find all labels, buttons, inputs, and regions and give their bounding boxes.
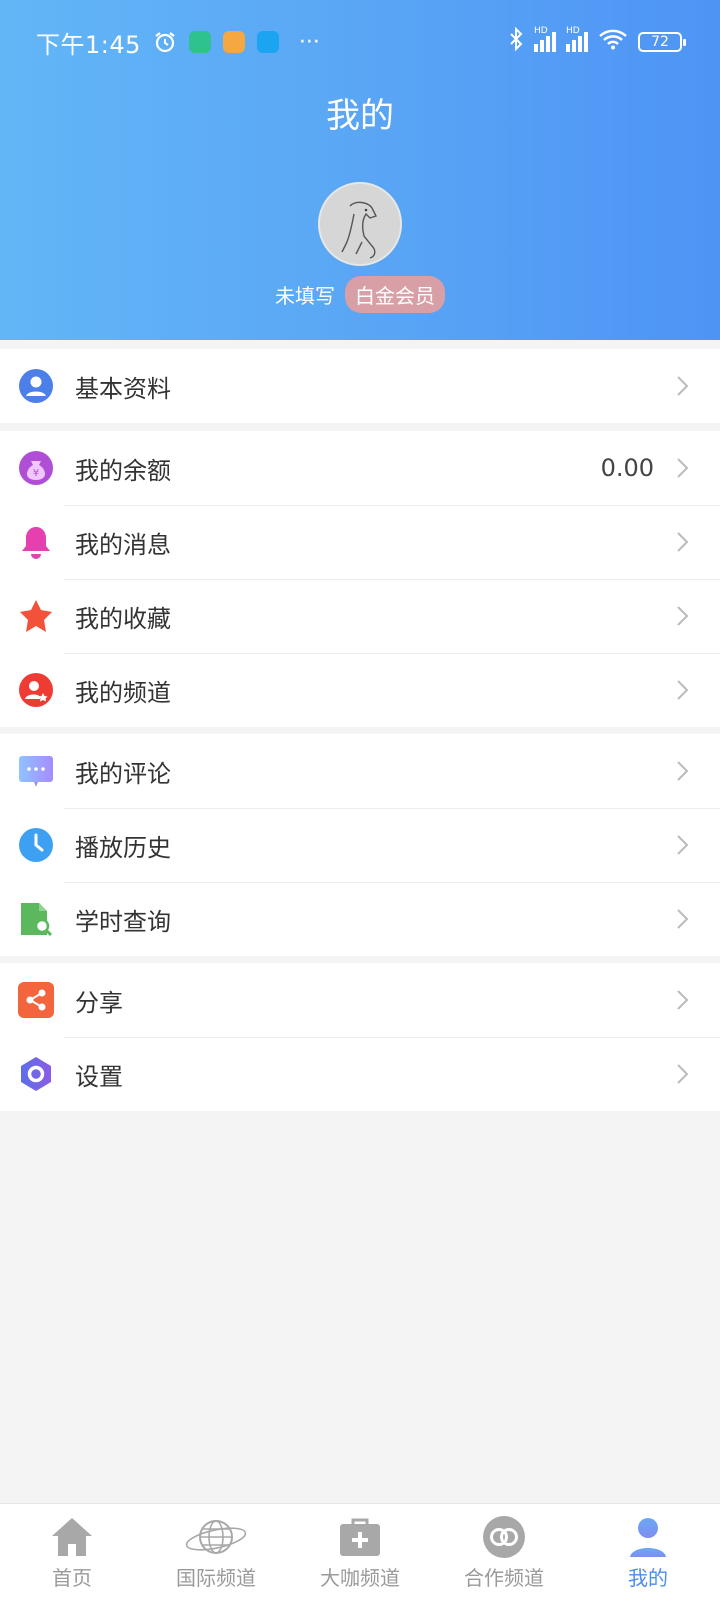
menu-label: 设置	[75, 1062, 123, 1091]
medkit-icon	[328, 1514, 392, 1560]
user-star-icon	[18, 672, 54, 708]
tab-home[interactable]: 首页	[0, 1504, 144, 1600]
chevron-right-icon	[677, 376, 689, 396]
user-icon	[616, 1514, 680, 1560]
menu-item-balance[interactable]: ¥ 我的余额 0.00	[0, 431, 720, 505]
signal-icon-1: HD	[534, 26, 556, 52]
menu-label: 我的余额	[75, 456, 171, 485]
menu-label: 我的收藏	[75, 604, 171, 633]
security-app-icon	[188, 31, 211, 53]
menu-item-share[interactable]: 分享	[0, 963, 720, 1037]
globe-icon	[184, 1514, 248, 1560]
tab-label: 首页	[52, 1566, 92, 1590]
menu-label: 我的频道	[75, 678, 171, 707]
chevron-right-icon	[677, 680, 689, 700]
chevron-right-icon	[677, 761, 689, 781]
menu-label: 我的消息	[75, 530, 171, 559]
tab-label: 我的	[628, 1566, 668, 1590]
wifi-icon	[598, 28, 628, 56]
chevron-right-icon	[677, 909, 689, 929]
menu-item-favorites[interactable]: 我的收藏	[0, 579, 720, 653]
tab-international[interactable]: 国际频道	[144, 1504, 288, 1600]
alarm-icon	[153, 30, 177, 54]
menu-label: 播放历史	[75, 833, 171, 862]
tab-label: 国际频道	[176, 1566, 256, 1590]
menu-item-history[interactable]: 播放历史	[0, 808, 720, 882]
menu-label: 学时查询	[75, 907, 171, 936]
misc-section: 分享 设置	[0, 963, 720, 1111]
link-icon	[472, 1514, 536, 1560]
tab-cooperation[interactable]: 合作频道	[432, 1504, 576, 1600]
signal-icon-2: HD	[566, 26, 588, 52]
chevron-right-icon	[677, 458, 689, 478]
menu-item-settings[interactable]: 设置	[0, 1037, 720, 1111]
menu-label: 我的评论	[75, 759, 171, 788]
menu-label: 基本资料	[75, 374, 171, 403]
money-bag-icon: ¥	[18, 450, 54, 486]
activity-section: 我的评论 播放历史 学时查询	[0, 734, 720, 956]
share-icon	[18, 982, 54, 1018]
page-title: 我的	[326, 96, 394, 136]
chevron-right-icon	[677, 835, 689, 855]
home-icon	[40, 1514, 104, 1560]
tab-mine[interactable]: 我的	[576, 1504, 720, 1600]
tab-label: 大咖频道	[320, 1566, 400, 1590]
battery-indicator: 72	[638, 32, 686, 52]
vip-badge[interactable]: 白金会员	[345, 276, 445, 313]
menu-item-comments[interactable]: 我的评论	[0, 734, 720, 808]
bluetooth-icon	[508, 26, 524, 57]
star-icon	[18, 598, 54, 634]
menu-item-study-hours[interactable]: 学时查询	[0, 882, 720, 956]
chevron-right-icon	[677, 990, 689, 1010]
menu-item-messages[interactable]: 我的消息	[0, 505, 720, 579]
clock-icon	[18, 827, 54, 863]
user-name[interactable]: 未填写	[275, 280, 335, 309]
gear-icon	[18, 1056, 54, 1092]
user-profile-icon	[18, 368, 54, 404]
balance-value: 0.00	[600, 454, 654, 482]
menu-item-channels[interactable]: 我的频道	[0, 653, 720, 727]
status-bar: 下午1:45 ··· HD HD 72	[36, 24, 686, 60]
svg-text:¥: ¥	[33, 468, 39, 479]
account-section: ¥ 我的余额 0.00 我的消息 我的收藏 我的频道	[0, 431, 720, 727]
comment-icon	[18, 753, 54, 789]
menu-item-basic-info[interactable]: 基本资料	[0, 349, 720, 423]
message-app-icon	[222, 31, 245, 53]
tab-experts[interactable]: 大咖频道	[288, 1504, 432, 1600]
chat-app-icon	[256, 31, 279, 53]
chevron-right-icon	[677, 1064, 689, 1084]
chevron-right-icon	[677, 532, 689, 552]
status-time: 下午1:45	[36, 30, 141, 59]
more-notifications-icon: ···	[298, 29, 320, 55]
profile-section: 基本资料	[0, 349, 720, 423]
avatar[interactable]	[318, 182, 402, 266]
document-search-icon	[18, 901, 54, 937]
bell-icon	[18, 524, 54, 560]
profile-header: 下午1:45 ··· HD HD 72 我的 未填写 白金会员	[0, 0, 720, 340]
tab-label: 合作频道	[464, 1566, 544, 1590]
chevron-right-icon	[677, 606, 689, 626]
bottom-tab-bar: 首页 国际频道 大咖频道 合作频道 我的	[0, 1503, 720, 1600]
menu-label: 分享	[75, 988, 123, 1017]
